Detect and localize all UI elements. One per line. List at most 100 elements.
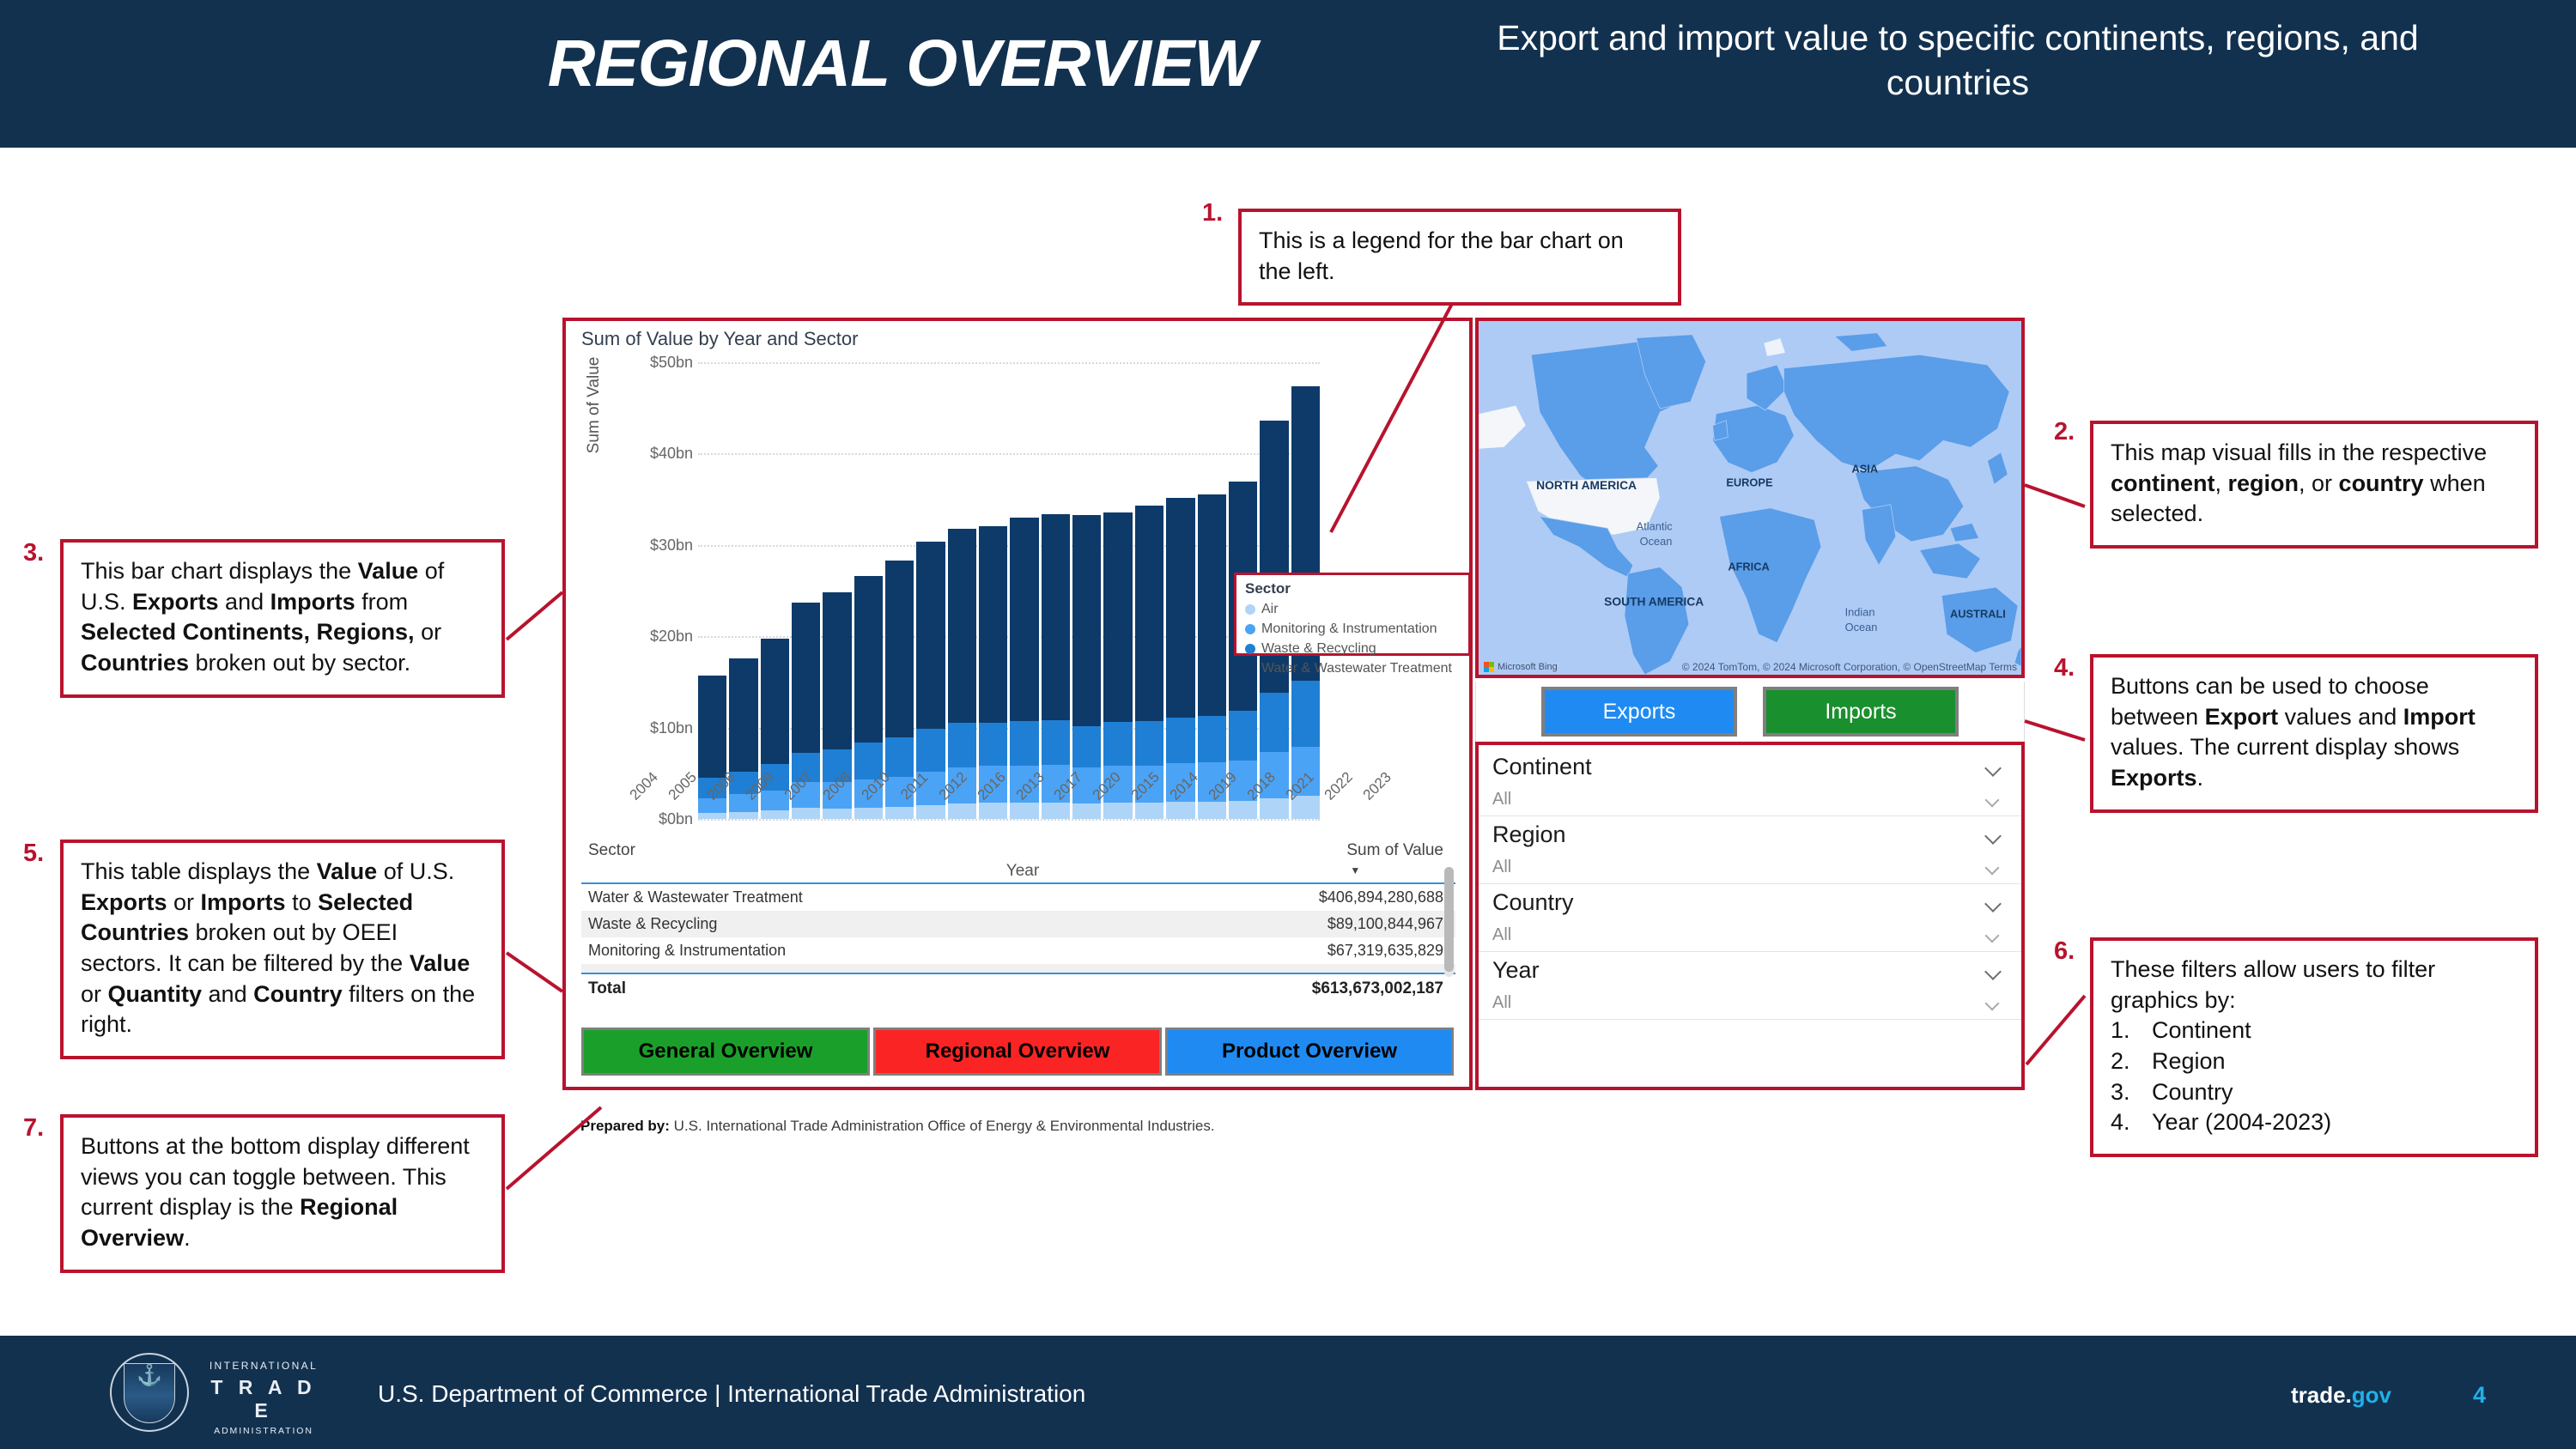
x-axis-tick: 2006: [703, 768, 738, 803]
bar-segment[interactable]: [885, 737, 914, 778]
bar-segment[interactable]: [979, 525, 1008, 724]
bar-segment[interactable]: [823, 592, 852, 750]
bar-segment[interactable]: [698, 675, 727, 779]
bar-segment[interactable]: [1166, 717, 1195, 764]
bar-segment[interactable]: [1010, 721, 1039, 767]
filter-name: Region: [1492, 822, 1566, 847]
chevron-down-icon[interactable]: [1985, 998, 2002, 1009]
bar-segment[interactable]: [947, 723, 977, 768]
callout-4-text-4: .: [2196, 764, 2204, 791]
bar-segment[interactable]: [885, 560, 914, 738]
page-footer: ⚓ INTERNATIONAL T R A D E ADMINISTRATION…: [0, 1336, 2576, 1449]
export-import-toggle-group[interactable]: Exports Imports: [1475, 682, 2025, 742]
table-row[interactable]: Monitoring & Instrumentation $67,319,635,…: [581, 937, 1455, 964]
sector-value-table[interactable]: Sector Sum of Value ▼ Water & Wastewater…: [581, 841, 1455, 1022]
bar-segment[interactable]: [760, 639, 790, 765]
legend-swatch-icon: [1245, 644, 1255, 654]
filter-header-year[interactable]: Year: [1479, 952, 2021, 989]
bar-segment[interactable]: [1010, 517, 1039, 722]
legend-item[interactable]: Monitoring & Instrumentation: [1245, 621, 1460, 637]
callout-6-list-item: 1. Continent: [2111, 1016, 2518, 1046]
chevron-down-icon[interactable]: [1985, 762, 2002, 773]
callout-1-text: This is a legend for the bar chart on th…: [1259, 227, 1624, 284]
bar-segment[interactable]: [854, 576, 884, 743]
filter-selected-value: All: [1492, 790, 1512, 809]
filter-header-continent[interactable]: Continent: [1479, 749, 2021, 785]
map-label-atlantic-ocean-2: Ocean: [1640, 535, 1673, 548]
bar-2017[interactable]: [1041, 513, 1071, 819]
filter-select-year[interactable]: All: [1479, 989, 2021, 1020]
y-axis-tick: $40bn: [649, 445, 693, 463]
bar-segment[interactable]: [1134, 721, 1164, 767]
bar-segment[interactable]: [1291, 681, 1320, 747]
bar-chart-panel[interactable]: Sum of Value by Year and Sector Sum of V…: [562, 318, 1473, 1090]
legend-item[interactable]: Water & Wastewater Treatment: [1245, 661, 1460, 676]
list-number: 2.: [2111, 1047, 2130, 1074]
bar-2018[interactable]: [1197, 494, 1226, 819]
chevron-down-icon[interactable]: [1985, 898, 2002, 908]
bar-segment[interactable]: [1103, 722, 1133, 767]
bar-segment[interactable]: [979, 723, 1008, 767]
filter-select-country[interactable]: All: [1479, 921, 2021, 952]
chevron-down-icon[interactable]: [1985, 966, 2002, 976]
bar-segment[interactable]: [916, 541, 945, 729]
map-label-europe: EUROPE: [1726, 476, 1773, 488]
trade-gov-label-1: trade.: [2290, 1382, 2352, 1408]
legend-item[interactable]: Waste & Recycling: [1245, 641, 1460, 657]
table-row-clipped[interactable]: [581, 964, 1455, 973]
bar-segment[interactable]: [1260, 693, 1289, 753]
bar-segment[interactable]: [1072, 725, 1102, 768]
bar-segment[interactable]: [1041, 720, 1071, 766]
callout-5-text-1: This table displays the: [81, 858, 317, 884]
callout-6-list-item: 3. Country: [2111, 1077, 2518, 1108]
nav-button-product-overview[interactable]: Product Overview: [1165, 1028, 1454, 1076]
table-scrollbar[interactable]: [1444, 867, 1454, 977]
x-axis-ticks: 2004 2005 2006 2009 2007 2008 2010 2011 2012 2016…: [619, 768, 1394, 838]
table-row[interactable]: Waste & Recycling $89,100,844,967: [581, 911, 1455, 937]
chart-bars[interactable]: [698, 362, 1320, 819]
chart-legend[interactable]: Sector Air Monitoring & Instrumentation Wa…: [1234, 573, 1471, 676]
bar-segment[interactable]: [1166, 497, 1195, 718]
bar-segment[interactable]: [1197, 715, 1226, 763]
bar-segment[interactable]: [1197, 494, 1226, 716]
table-cell-value: $89,100,844,967: [1327, 915, 1443, 932]
table-col-sector[interactable]: Sector: [588, 841, 635, 860]
chevron-down-icon[interactable]: [1985, 931, 2002, 941]
imports-button[interactable]: Imports: [1763, 687, 1959, 737]
bar-segment[interactable]: [916, 728, 945, 772]
page-header: REGIONAL OVERVIEW Export and import valu…: [0, 0, 2576, 148]
map-label-indian-ocean-2: Ocean: [1845, 621, 1878, 634]
callout-6-number: 6.: [2054, 937, 2075, 965]
table-cell-sector: Water & Wastewater Treatment: [588, 888, 803, 906]
filter-select-continent[interactable]: All: [1479, 785, 2021, 816]
chevron-down-icon[interactable]: [1985, 863, 2002, 873]
nav-button-label: Regional Overview: [925, 1040, 1110, 1063]
table-col-value[interactable]: Sum of Value ▼: [1346, 841, 1443, 879]
bar-segment[interactable]: [1103, 512, 1133, 723]
bar-segment[interactable]: [1134, 506, 1164, 722]
view-nav-buttons[interactable]: General Overview Regional Overview Product…: [581, 1028, 1454, 1076]
exports-button[interactable]: Exports: [1541, 687, 1737, 737]
filter-header-country[interactable]: Country: [1479, 884, 2021, 921]
callout-3: This bar chart displays the Value of U.S…: [60, 539, 505, 698]
bar-segment[interactable]: [947, 528, 977, 724]
filter-panel[interactable]: Continent All Region All Country All Year All: [1475, 742, 2025, 1090]
legend-item[interactable]: Air: [1245, 602, 1460, 617]
map-label-australia: AUSTRALI: [1950, 607, 2006, 620]
bar-segment[interactable]: [1072, 514, 1102, 726]
nav-button-regional-overview[interactable]: Regional Overview: [873, 1028, 1162, 1076]
bar-segment[interactable]: [1041, 513, 1071, 721]
filter-header-region[interactable]: Region: [1479, 816, 2021, 853]
world-map-visual[interactable]: NORTH AMERICA SOUTH AMERICA EUROPE AFRIC…: [1475, 318, 2025, 678]
callout-7-text-2: .: [184, 1224, 191, 1251]
bar-segment[interactable]: [792, 602, 821, 754]
chevron-down-icon[interactable]: [1985, 830, 2002, 840]
map-label-atlantic-ocean: Atlantic: [1637, 519, 1674, 532]
table-row[interactable]: Water & Wastewater Treatment $406,894,280…: [581, 884, 1455, 911]
nav-button-general-overview[interactable]: General Overview: [581, 1028, 870, 1076]
trade-gov-link[interactable]: trade.gov: [2291, 1382, 2391, 1409]
chevron-down-icon[interactable]: [1985, 795, 2002, 805]
bar-segment[interactable]: [1228, 711, 1258, 761]
bar-segment[interactable]: [729, 658, 758, 772]
filter-select-region[interactable]: All: [1479, 853, 2021, 884]
